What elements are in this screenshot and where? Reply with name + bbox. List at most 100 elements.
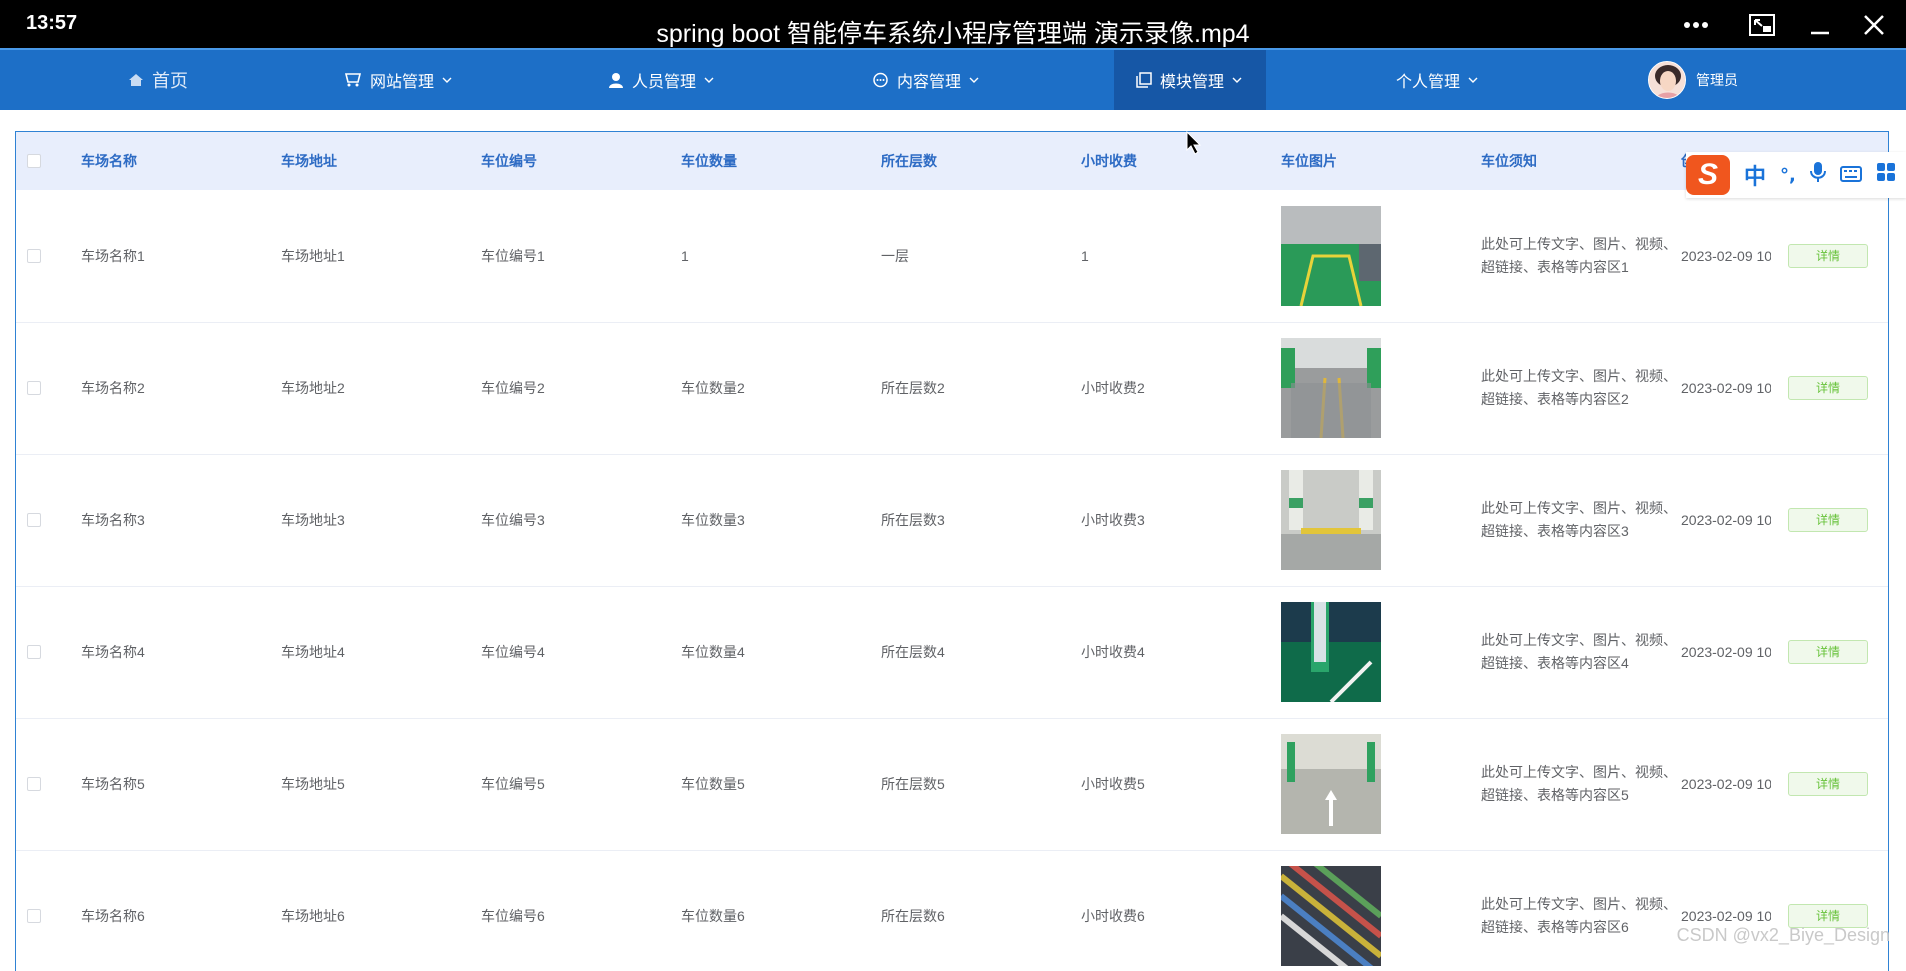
mic-icon[interactable] <box>1809 161 1826 189</box>
cell-code: 车位编号4 <box>481 644 545 660</box>
user-name: 管理员 <box>1696 72 1738 88</box>
parking-spot-image[interactable] <box>1281 734 1381 834</box>
chevron-down-icon <box>969 77 979 83</box>
avatar <box>1648 61 1686 99</box>
cell-fee: 小时收费2 <box>1081 380 1145 396</box>
cell-count: 车位数量4 <box>681 644 745 660</box>
column-header: 车场地址 <box>281 153 337 169</box>
column-header: 小时收费 <box>1081 153 1137 169</box>
cell-fee: 1 <box>1081 247 1089 264</box>
cell-image <box>1281 322 1481 454</box>
chevron-down-icon <box>442 77 452 83</box>
parking-table: 车场名称 车场地址 车位编号 车位数量 所在层数 小时收费 车位图片 车位须知 … <box>16 132 1888 971</box>
cell-address: 车场地址1 <box>281 247 345 264</box>
column-header: 车场名称 <box>81 153 137 169</box>
parking-spot-image[interactable] <box>1281 470 1381 570</box>
cell-address: 车场地址2 <box>281 380 345 396</box>
cell-floor: 所在层数6 <box>881 908 945 924</box>
column-header: 车位编号 <box>481 153 537 169</box>
chevron-down-icon <box>704 77 714 83</box>
detail-button[interactable]: 详情 <box>1788 640 1868 664</box>
parking-spot-image[interactable] <box>1281 338 1381 438</box>
cell-fee: 小时收费4 <box>1081 644 1145 660</box>
user-icon <box>608 72 624 88</box>
parking-spot-image[interactable] <box>1281 866 1381 966</box>
column-header: 车位图片 <box>1281 153 1337 169</box>
ime-punct-toggle[interactable]: °, <box>1780 165 1796 186</box>
user-menu[interactable]: 管理员 <box>1648 50 1738 110</box>
chat-icon <box>872 72 889 89</box>
table-row: 车场名称2 车场地址2 车位编号2 车位数量2 所在层数2 小时收费2 此处可上… <box>16 322 1888 454</box>
cell-notice: 此处可上传文字、图片、视频、超链接、表格等内容区5 <box>1481 764 1677 803</box>
nav-label: 人员管理 <box>632 74 697 91</box>
table-row: 车场名称6 车场地址6 车位编号6 车位数量6 所在层数6 小时收费6 此处可上… <box>16 850 1888 971</box>
close-icon[interactable] <box>1854 10 1894 40</box>
detail-button[interactable]: 详情 <box>1788 772 1868 796</box>
minimize-icon[interactable] <box>1800 10 1840 40</box>
mouse-cursor-icon <box>1186 130 1202 159</box>
cell-floor: 所在层数2 <box>881 380 945 396</box>
cell-count: 车位数量2 <box>681 380 745 396</box>
nav-item-home[interactable]: 首页 <box>128 50 188 110</box>
row-checkbox[interactable] <box>27 777 41 791</box>
nav-label: 内容管理 <box>897 74 962 91</box>
row-checkbox[interactable] <box>27 248 41 263</box>
nav-item-module-management[interactable]: 模块管理 <box>1114 50 1266 110</box>
cell-name: 车场名称6 <box>81 908 145 924</box>
parking-spot-image[interactable] <box>1281 205 1381 306</box>
nav-label: 模块管理 <box>1160 74 1225 91</box>
copy-icon <box>1136 72 1152 88</box>
detail-button[interactable]: 详情 <box>1788 376 1868 400</box>
ime-mode-toggle[interactable]: 中 <box>1744 159 1766 191</box>
cell-created: 2023-02-09 10 <box>1681 908 1771 924</box>
cell-created: 2023-02-09 10 <box>1681 380 1771 396</box>
cell-image <box>1281 718 1481 850</box>
column-header: 所在层数 <box>881 153 937 169</box>
cell-notice: 此处可上传文字、图片、视频、超链接、表格等内容区4 <box>1481 632 1677 671</box>
cell-name: 车场名称4 <box>81 644 145 660</box>
parking-spot-image[interactable] <box>1281 602 1381 702</box>
row-checkbox[interactable] <box>27 909 41 923</box>
table-header-row: 车场名称 车场地址 车位编号 车位数量 所在层数 小时收费 车位图片 车位须知 … <box>16 132 1888 190</box>
chevron-down-icon <box>1232 77 1242 83</box>
cell-floor: 所在层数3 <box>881 512 945 528</box>
cell-count: 车位数量5 <box>681 776 745 792</box>
cell-image <box>1281 454 1481 586</box>
select-all-checkbox[interactable] <box>27 154 41 168</box>
cell-notice: 此处可上传文字、图片、视频、超链接、表格等内容区3 <box>1481 500 1677 539</box>
cell-floor: 一层 <box>881 247 909 264</box>
cell-name: 车场名称2 <box>81 380 145 396</box>
cell-image <box>1281 586 1481 718</box>
cell-code: 车位编号1 <box>481 247 545 264</box>
nav-item-content-management[interactable]: 内容管理 <box>872 50 979 110</box>
nav-label: 个人管理 <box>1396 74 1461 91</box>
cell-created: 2023-02-09 10 <box>1681 247 1771 264</box>
cell-created: 2023-02-09 10 <box>1681 644 1771 660</box>
grid-icon[interactable] <box>1876 162 1896 188</box>
cell-fee: 小时收费5 <box>1081 776 1145 792</box>
video-player-bar: 13:57 spring boot 智能停车系统小程序管理端 演示录像.mp4 <box>0 0 1906 48</box>
table-row: 车场名称1 车场地址1 车位编号1 1 一层 1 此处可上传文字、图片、视频、超… <box>16 190 1888 322</box>
video-title: spring boot 智能停车系统小程序管理端 演示录像.mp4 <box>656 20 1250 48</box>
detail-button[interactable]: 详情 <box>1788 508 1868 532</box>
cell-address: 车场地址3 <box>281 512 345 528</box>
cell-image <box>1281 190 1481 322</box>
detail-button[interactable]: 详情 <box>1788 243 1868 268</box>
cell-fee: 小时收费3 <box>1081 512 1145 528</box>
more-icon[interactable] <box>1676 10 1716 40</box>
keyboard-icon[interactable] <box>1839 163 1862 188</box>
nav-label: 网站管理 <box>370 74 435 91</box>
nav-item-staff-management[interactable]: 人员管理 <box>608 50 714 110</box>
exit-fullscreen-icon[interactable] <box>1742 10 1782 40</box>
parking-table-panel: 车场名称 车场地址 车位编号 车位数量 所在层数 小时收费 车位图片 车位须知 … <box>15 131 1889 971</box>
cell-code: 车位编号3 <box>481 512 545 528</box>
row-checkbox[interactable] <box>27 381 41 395</box>
nav-item-site-management[interactable]: 网站管理 <box>344 50 452 110</box>
cell-floor: 所在层数5 <box>881 776 945 792</box>
cell-code: 车位编号6 <box>481 908 545 924</box>
column-header: 车位数量 <box>681 153 737 169</box>
sogou-logo-icon[interactable]: S <box>1686 155 1730 195</box>
nav-item-personal-management[interactable]: 个人管理 <box>1396 50 1478 110</box>
row-checkbox[interactable] <box>27 645 41 659</box>
row-checkbox[interactable] <box>27 513 41 527</box>
